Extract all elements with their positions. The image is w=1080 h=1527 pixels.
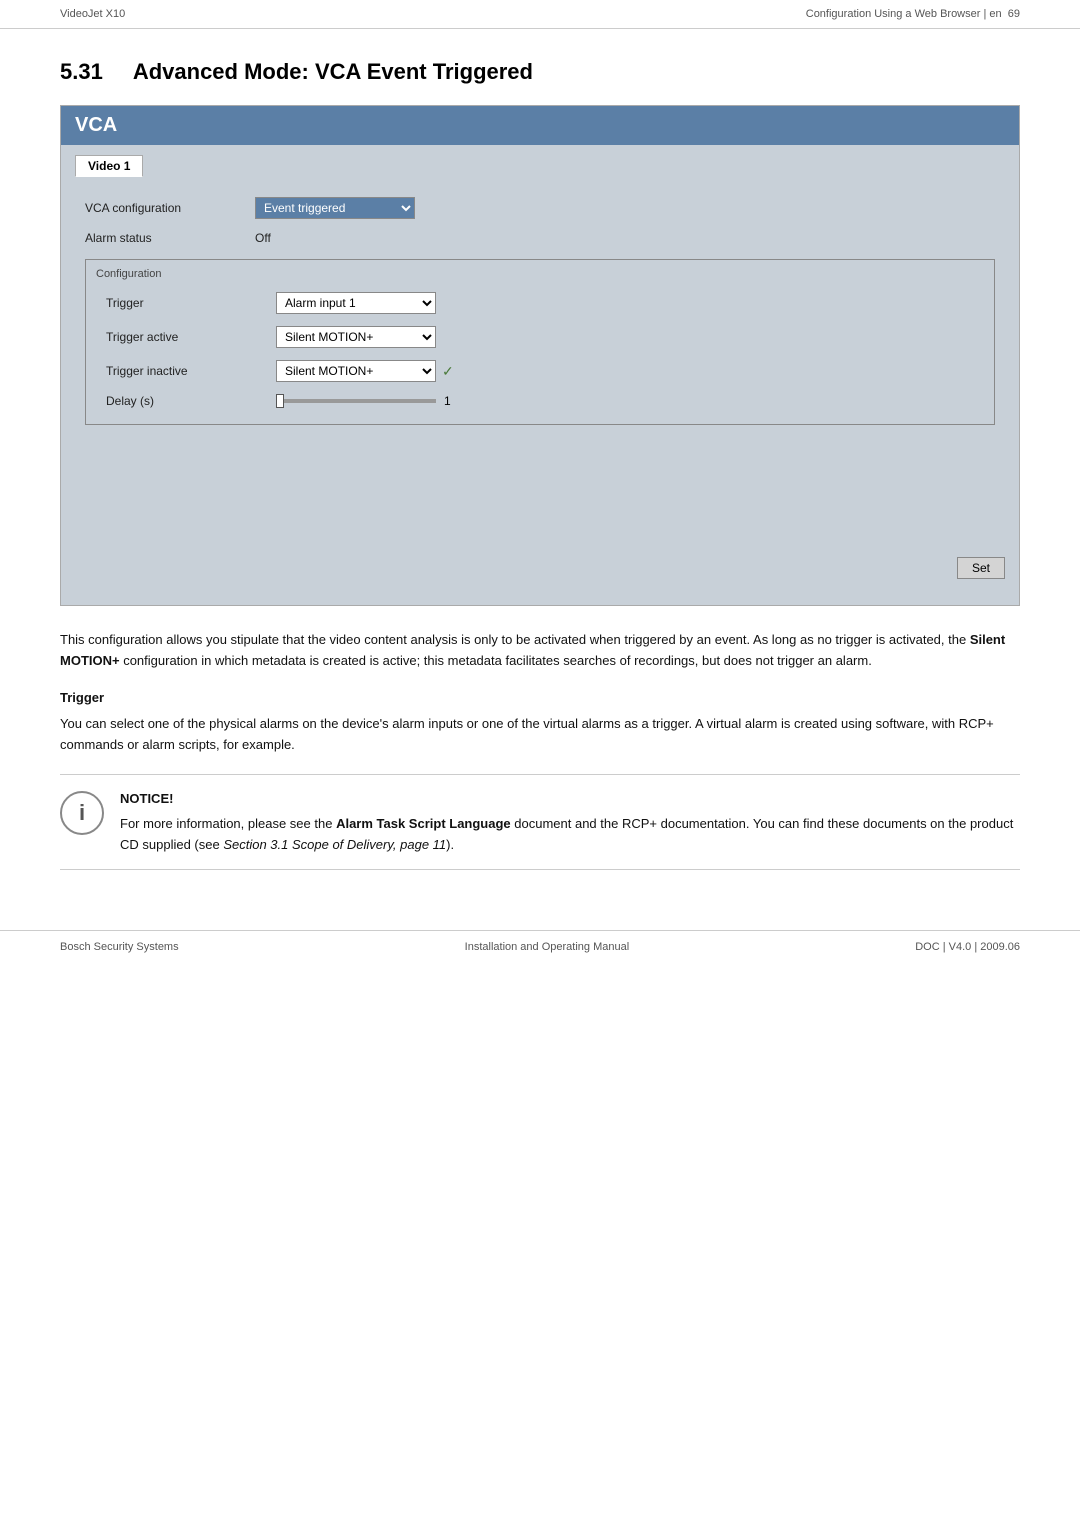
notice-box: i NOTICE! For more information, please s… (60, 774, 1020, 870)
notice-body: For more information, please see the Ala… (120, 814, 1020, 856)
trigger-label: Trigger (106, 296, 266, 310)
trigger-select[interactable]: Alarm input 1 (276, 292, 436, 314)
scope-italic: Section 3.1 Scope of Delivery, page 11 (223, 837, 446, 852)
vca-configuration-select[interactable]: Event triggered (255, 197, 415, 219)
trigger-control: Alarm input 1 (276, 292, 436, 314)
delay-slider-wrapper: 1 (276, 394, 451, 408)
info-icon: i (60, 791, 104, 835)
alarm-task-bold: Alarm Task Script Language (336, 816, 511, 831)
set-button[interactable]: Set (957, 557, 1005, 579)
vca-panel-header: VCA (61, 106, 1019, 145)
header-right: Configuration Using a Web Browser | en 6… (806, 8, 1020, 20)
section-heading: 5.31 Advanced Mode: VCA Event Triggered (60, 59, 1020, 85)
trigger-active-control: Silent MOTION+ (276, 326, 436, 348)
footer-right: DOC | V4.0 | 2009.06 (915, 941, 1020, 953)
alarm-status-value: Off (255, 231, 271, 245)
delay-row: Delay (s) 1 (96, 388, 984, 414)
vca-panel: VCA Video 1 VCA configuration Event trig… (60, 105, 1020, 606)
configuration-group: Configuration Trigger Alarm input 1 Trig… (85, 259, 995, 425)
tab-video1[interactable]: Video 1 (75, 155, 143, 177)
delay-slider-value: 1 (444, 394, 451, 408)
trigger-active-label: Trigger active (106, 330, 266, 344)
silent-motion-bold: Silent MOTION+ (60, 632, 1005, 668)
panel-spacer (75, 433, 1005, 533)
delay-slider-track[interactable] (276, 399, 436, 403)
video-tabs: Video 1 (75, 155, 1005, 177)
trigger-inactive-row: Trigger inactive Silent MOTION+ ✓ (96, 354, 984, 388)
trigger-text: You can select one of the physical alarm… (60, 714, 1020, 756)
trigger-inactive-control: Silent MOTION+ ✓ (276, 360, 454, 382)
vca-configuration-label: VCA configuration (85, 201, 245, 215)
trigger-inactive-label: Trigger inactive (106, 364, 266, 378)
main-description: This configuration allows you stipulate … (60, 630, 1020, 672)
set-button-row: Set (61, 549, 1019, 589)
bottom-spacer (61, 589, 1019, 605)
section-title: Advanced Mode: VCA Event Triggered (133, 59, 533, 85)
page-header: VideoJet X10 Configuration Using a Web B… (0, 0, 1080, 29)
alarm-status-row: Alarm status Off (75, 225, 1005, 251)
description-section: This configuration allows you stipulate … (60, 630, 1020, 870)
page-footer: Bosch Security Systems Installation and … (0, 930, 1080, 963)
trigger-active-select[interactable]: Silent MOTION+ (276, 326, 436, 348)
check-icon: ✓ (442, 363, 454, 380)
footer-left: Bosch Security Systems (60, 941, 179, 953)
trigger-inactive-select[interactable]: Silent MOTION+ (276, 360, 436, 382)
vca-configuration-row: VCA configuration Event triggered (75, 191, 1005, 225)
trigger-heading: Trigger (60, 688, 1020, 709)
trigger-section: Trigger You can select one of the physic… (60, 688, 1020, 756)
trigger-active-row: Trigger active Silent MOTION+ (96, 320, 984, 354)
configuration-group-legend: Configuration (96, 268, 984, 280)
main-content: 5.31 Advanced Mode: VCA Event Triggered … (0, 29, 1080, 900)
vca-panel-body: Video 1 VCA configuration Event triggere… (61, 145, 1019, 549)
footer-center: Installation and Operating Manual (465, 941, 630, 953)
alarm-status-label: Alarm status (85, 231, 245, 245)
header-left: VideoJet X10 (60, 8, 125, 20)
notice-content: NOTICE! For more information, please see… (120, 789, 1020, 855)
notice-title: NOTICE! (120, 789, 1020, 810)
trigger-row: Trigger Alarm input 1 (96, 286, 984, 320)
section-number: 5.31 (60, 59, 103, 85)
delay-slider-thumb[interactable] (276, 394, 284, 408)
vca-configuration-control: Event triggered (255, 197, 415, 219)
delay-label: Delay (s) (106, 394, 266, 408)
